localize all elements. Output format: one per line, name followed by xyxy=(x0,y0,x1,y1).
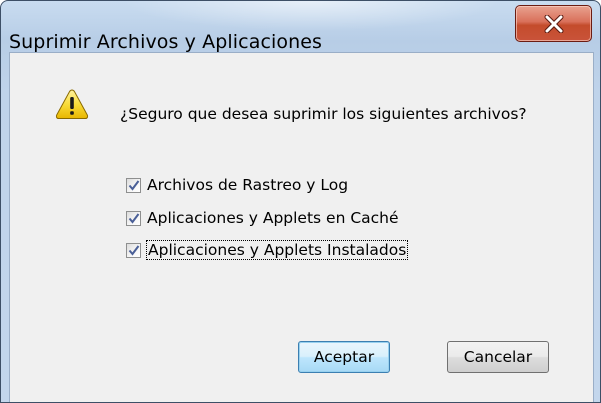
window-title: Suprimir Archivos y Aplicaciones xyxy=(9,31,323,53)
checkbox-label: Aplicaciones y Applets en Caché xyxy=(147,209,399,227)
checkbox-checked-icon[interactable] xyxy=(126,210,141,226)
dialog-body: ¿Seguro que desea suprimir los siguiente… xyxy=(9,52,594,402)
dialog-window: Suprimir Archivos y Aplicaciones ¿Seguro… xyxy=(0,0,601,403)
cancel-button[interactable]: Cancelar xyxy=(447,341,549,373)
close-button[interactable] xyxy=(515,5,592,42)
close-x-icon xyxy=(544,14,564,33)
confirmation-question: ¿Seguro que desea suprimir los siguiente… xyxy=(120,105,527,123)
checkbox-trace-log[interactable]: Archivos de Rastreo y Log xyxy=(126,174,348,196)
checkbox-cached-apps[interactable]: Aplicaciones y Applets en Caché xyxy=(126,207,399,229)
checkbox-label: Archivos de Rastreo y Log xyxy=(147,176,349,194)
checkbox-checked-icon[interactable] xyxy=(126,242,141,258)
checkbox-checked-icon[interactable] xyxy=(126,177,141,193)
warning-icon xyxy=(55,88,89,120)
checkbox-installed-apps[interactable]: Aplicaciones y Applets Instalados xyxy=(126,239,409,261)
accept-button[interactable]: Aceptar xyxy=(298,341,390,373)
checkbox-label: Aplicaciones y Applets Instalados xyxy=(145,240,409,260)
